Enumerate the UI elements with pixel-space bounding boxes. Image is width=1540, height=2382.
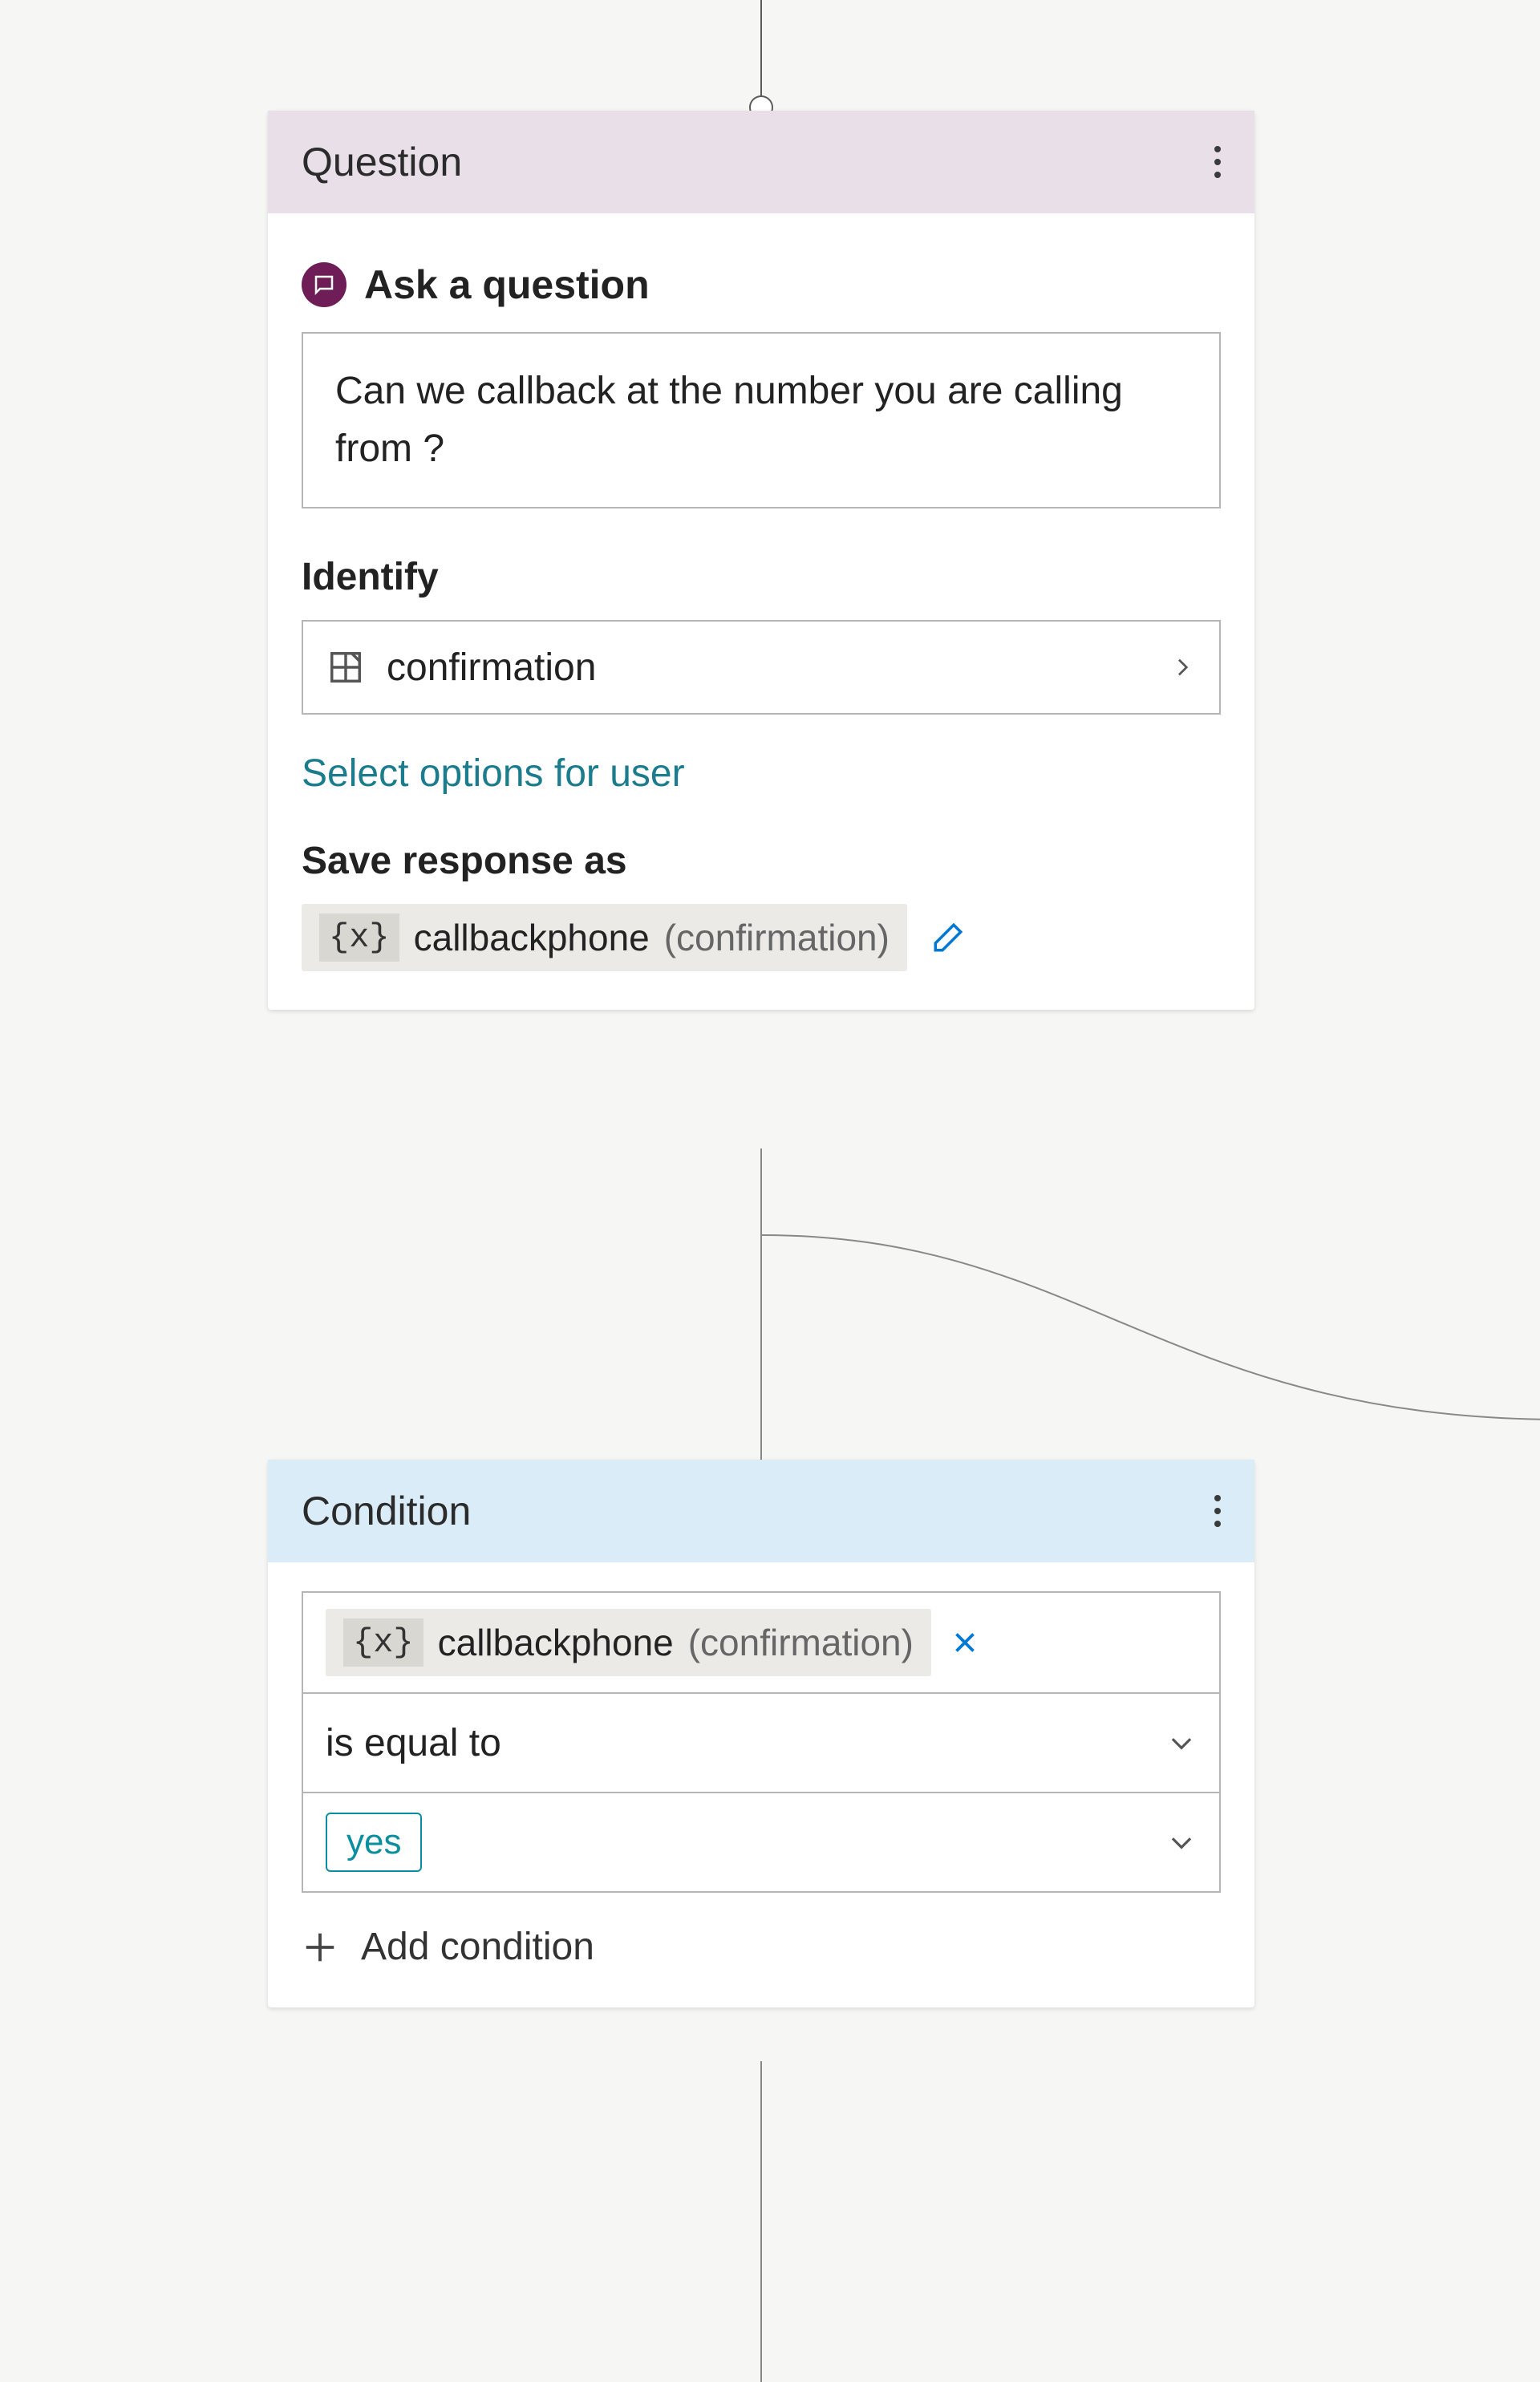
pencil-icon[interactable] — [931, 921, 965, 954]
chevron-down-icon — [1166, 1827, 1197, 1857]
condition-operator-row[interactable]: is equal to — [303, 1692, 1219, 1792]
condition-menu-button[interactable] — [1214, 1495, 1221, 1527]
condition-card-title: Condition — [302, 1488, 471, 1534]
condition-variable-name: callbackphone — [438, 1621, 674, 1664]
identify-select[interactable]: confirmation — [302, 620, 1221, 715]
identify-label: Identify — [302, 555, 1221, 599]
chevron-right-icon — [1169, 654, 1195, 680]
question-card-header: Question — [268, 111, 1254, 213]
add-condition-label: Add condition — [361, 1925, 594, 1969]
ask-question-label: Ask a question — [364, 261, 650, 308]
chat-icon — [302, 262, 346, 307]
connector-line-in — [760, 0, 762, 100]
chevron-down-icon — [1166, 1728, 1197, 1758]
question-card-title: Question — [302, 139, 462, 185]
condition-expression: {x} callbackphone (confirmation) is equa… — [302, 1591, 1221, 1893]
add-condition-button[interactable]: Add condition — [302, 1925, 1221, 1969]
question-text-input[interactable]: Can we callback at the number you are ca… — [302, 332, 1221, 508]
condition-variable-chip[interactable]: {x} callbackphone (confirmation) — [326, 1609, 931, 1676]
save-variable-row: {x} callbackphone (confirmation) — [302, 904, 1221, 971]
plus-icon — [302, 1929, 338, 1966]
connector-branch-curve — [762, 1227, 1540, 1428]
variable-braces-icon: {x} — [319, 914, 399, 962]
question-card[interactable]: Question Ask a question Can we callback … — [268, 111, 1254, 1010]
condition-variable-type: (confirmation) — [688, 1621, 914, 1664]
ask-question-heading: Ask a question — [302, 261, 1221, 308]
connector-line-mid — [760, 1148, 762, 1463]
condition-variable-row[interactable]: {x} callbackphone (confirmation) — [303, 1593, 1219, 1692]
close-icon[interactable] — [950, 1628, 979, 1657]
condition-value-pill[interactable]: yes — [326, 1813, 422, 1872]
condition-operator: is equal to — [326, 1721, 1147, 1765]
save-variable-chip[interactable]: {x} callbackphone (confirmation) — [302, 904, 907, 971]
condition-card-header: Condition — [268, 1460, 1254, 1562]
question-menu-button[interactable] — [1214, 146, 1221, 178]
condition-value-row[interactable]: yes — [303, 1792, 1219, 1891]
entity-icon — [327, 649, 364, 686]
condition-card[interactable]: Condition {x} callbackphone (confirmatio… — [268, 1460, 1254, 2007]
save-response-label: Save response as — [302, 839, 1221, 883]
variable-braces-icon: {x} — [343, 1618, 424, 1667]
identify-value: confirmation — [387, 646, 1147, 690]
connector-line-out — [760, 2061, 762, 2382]
save-variable-type: (confirmation) — [664, 916, 890, 959]
question-text: Can we callback at the number you are ca… — [335, 370, 1123, 470]
select-options-link[interactable]: Select options for user — [302, 751, 1221, 796]
save-variable-name: callbackphone — [414, 916, 650, 959]
